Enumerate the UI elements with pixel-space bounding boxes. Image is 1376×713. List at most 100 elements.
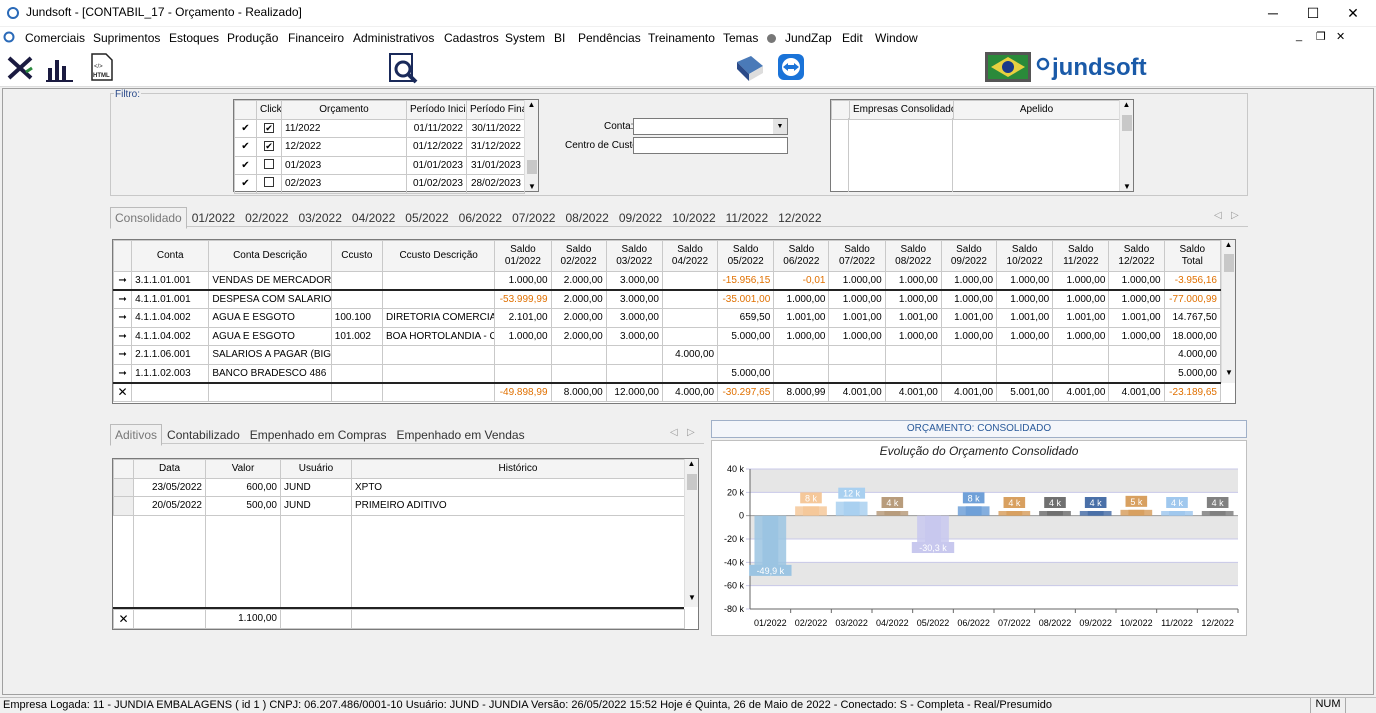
table-row[interactable]: ➞2.1.1.06.001SALARIOS A PAGAR (BIG DEAL)…	[113, 345, 1222, 365]
mdi-restore-button[interactable]: ❐	[1316, 30, 1326, 43]
tab-05-2022[interactable]: 05/2022	[400, 207, 453, 229]
tab-06-2022[interactable]: 06/2022	[454, 207, 507, 229]
aditivos-grid[interactable]: Data Valor Usuário Histórico 23/05/2022 600,…	[112, 458, 699, 630]
menu-treinamento[interactable]: Treinamento	[648, 31, 715, 45]
col-header: Saldo 04/2022	[661, 240, 719, 272]
table-row[interactable]: 23/05/2022 600,00 JUND XPTO	[113, 477, 685, 497]
tab-01-2022[interactable]: 01/2022	[187, 207, 240, 229]
consolidated-table: Conta Conta Descrição Ccusto Ccusto Descriç…	[113, 240, 1222, 402]
menu-temas[interactable]: Temas	[723, 31, 758, 45]
scroll-thumb[interactable]	[687, 474, 697, 490]
tab-07-2022[interactable]: 07/2022	[507, 207, 560, 229]
x-tick-label: 10/2022	[1120, 618, 1153, 628]
col-header: Saldo 07/2022	[828, 240, 886, 272]
bar-chart-icon[interactable]	[45, 54, 75, 82]
tab-09-2022[interactable]: 09/2022	[614, 207, 667, 229]
excel-export-icon[interactable]	[6, 54, 34, 82]
table-row[interactable]: ✔ 02/2023 01/02/2023 28/02/2023	[234, 174, 525, 194]
x-tick-label: 02/2022	[795, 618, 828, 628]
table-row[interactable]: 20/05/2022 500,00 JUND PRIMEIRO ADITIVO	[113, 496, 685, 516]
menu-cadastros[interactable]: Cadastros	[444, 31, 499, 45]
menu-system[interactable]: System	[505, 31, 545, 45]
html-export-icon[interactable]: </> HTML	[89, 52, 115, 82]
budget-period-table: ClickOrçamentoPeríodo InicialPeríodo Fin…	[234, 100, 525, 194]
tab-08-2022[interactable]: 08/2022	[560, 207, 613, 229]
saldo-cell: 5.000,00	[1163, 363, 1222, 383]
click-checkbox[interactable]: ✔	[264, 122, 274, 133]
menu-pendencias[interactable]: Pendências	[578, 31, 641, 45]
aditivos-scrollbar[interactable]: ▲ ▼	[684, 459, 698, 607]
centro-custo-input[interactable]	[633, 137, 788, 154]
click-checkbox[interactable]: ✔	[264, 141, 274, 152]
table-row[interactable]: ✔ ✔ 12/2022 01/12/2022 31/12/2022	[234, 137, 525, 157]
close-icon[interactable]: ✕	[113, 609, 134, 629]
table-row[interactable]: ➞ 4.1.1.04.002 AGUA E ESGOTO 101.002 BOA HOR…	[113, 326, 1222, 346]
menu-bi[interactable]: BI	[554, 31, 565, 45]
subtab-scroll-right-icon[interactable]: ▷	[687, 427, 695, 438]
tab-03-2022[interactable]: 03/2022	[294, 207, 347, 229]
app-menu-icon[interactable]	[3, 31, 15, 43]
menu-estoques[interactable]: Estoques	[169, 31, 219, 45]
tab-contabilizado[interactable]: Contabilizado	[162, 424, 245, 446]
x-tick-label: 06/2022	[957, 618, 990, 628]
menu-financeiro[interactable]: Financeiro	[288, 31, 344, 45]
saldo-cell	[884, 345, 942, 365]
search-report-icon[interactable]	[386, 51, 420, 85]
empresas-scrollbar[interactable]: ▲ ▼	[1119, 100, 1133, 191]
mdi-close-button[interactable]: ✕	[1336, 30, 1345, 43]
table-row[interactable]: ➞ 4.1.1.01.001 DESPESA COM SALARIOS -53.999…	[113, 289, 1222, 309]
tab-12-2022[interactable]: 12/2022	[773, 207, 826, 229]
col-header-line1: Ccusto Descrição	[399, 250, 478, 261]
status-text: Empresa Logada: 11 - JUNDIA EMBALAGENS (…	[3, 699, 1053, 711]
tab-02-2022[interactable]: 02/2022	[240, 207, 293, 229]
close-icon[interactable]: ✕	[113, 382, 133, 402]
click-checkbox[interactable]	[264, 177, 274, 188]
tab-11-2022[interactable]: 11/2022	[721, 207, 774, 229]
consolidated-grid-scrollbar[interactable]: ▲ ▼	[1221, 240, 1235, 383]
table-row[interactable]: ➞ 4.1.1.04.002 AGUA E ESGOTO 100.100 DIRETOR…	[113, 308, 1222, 328]
conta-select[interactable]: ▼	[633, 118, 788, 135]
tab-aditivos[interactable]: Aditivos	[110, 424, 163, 446]
menu-jundzap[interactable]: JundZap	[785, 31, 832, 45]
budget-period-grid[interactable]: ClickOrçamentoPeríodo InicialPeríodo Fin…	[233, 99, 539, 194]
aditivos-table: Data Valor Usuário Histórico 23/05/2022 600,…	[113, 459, 685, 516]
tab-04-2022[interactable]: 04/2022	[347, 207, 400, 229]
chevron-down-icon[interactable]: ▼	[773, 119, 787, 134]
orcamento-cell: 11/2022	[281, 118, 407, 138]
consolidated-grid[interactable]: Conta Conta Descrição Ccusto Ccusto Descriç…	[112, 239, 1236, 404]
tab-scroll-left-icon[interactable]: ◁	[1214, 210, 1222, 221]
scroll-thumb[interactable]	[1122, 115, 1132, 131]
close-button[interactable]: ✕	[1330, 0, 1376, 26]
tab-scroll-right-icon[interactable]: ▷	[1231, 210, 1239, 221]
menu-comerciais[interactable]: Comerciais	[25, 31, 85, 45]
manual-book-icon[interactable]	[733, 52, 765, 84]
mdi-minimize-button[interactable]: _	[1296, 30, 1302, 42]
menu-suprimentos[interactable]: Suprimentos	[93, 31, 160, 45]
tab-empenhado-vendas[interactable]: Empenhado em Vendas	[391, 424, 529, 446]
table-row[interactable]: ➞3.1.1.01.001VENDAS DE MERCADORIAS 1.000,…	[113, 271, 1222, 291]
table-row[interactable]: ➞ 1.1.1.02.003 BANCO BRADESCO 486 5.000,00 5…	[113, 363, 1222, 383]
tab-consolidado[interactable]: Consolidado	[110, 207, 187, 229]
menu-producao[interactable]: Produção	[227, 31, 278, 45]
click-checkbox[interactable]	[264, 158, 274, 169]
tab-empenhado-compras[interactable]: Empenhado em Compras	[245, 424, 392, 446]
budget-grid-scrollbar[interactable]: ▲ ▼	[524, 100, 538, 191]
menu-window[interactable]: Window	[875, 31, 918, 45]
scroll-thumb[interactable]	[1224, 254, 1234, 272]
historico-cell: PRIMEIRO ADITIVO	[351, 496, 685, 516]
teamviewer-icon[interactable]	[777, 53, 805, 81]
fim-cell: 30/11/2022	[466, 118, 525, 138]
menu-administrativos[interactable]: Administrativos	[353, 31, 434, 45]
tab-10-2022[interactable]: 10/2022	[667, 207, 720, 229]
scroll-thumb[interactable]	[527, 160, 537, 174]
table-row[interactable]: ✔ 01/2023 01/01/2023 31/01/2023	[234, 155, 525, 175]
menu-edit[interactable]: Edit	[842, 31, 863, 45]
total-cell: -49.898,99	[494, 382, 552, 402]
budget-chart-svg: Evolução do Orçamento Consolidado 40 k 20…	[724, 444, 1239, 628]
table-row[interactable]: ✔ ✔ 11/2022 01/11/2022 30/11/2022	[234, 118, 525, 138]
empresas-grid[interactable]: Empresas ConsolidadorasApelido ▲ ▼	[830, 99, 1134, 192]
subtab-scroll-left-icon[interactable]: ◁	[670, 427, 678, 438]
saldo-cell: 2.101,00	[494, 308, 552, 328]
descricao-cell: SALARIOS A PAGAR (BIG DEAL)	[208, 345, 332, 365]
row-check-icon: ✔	[234, 174, 257, 194]
